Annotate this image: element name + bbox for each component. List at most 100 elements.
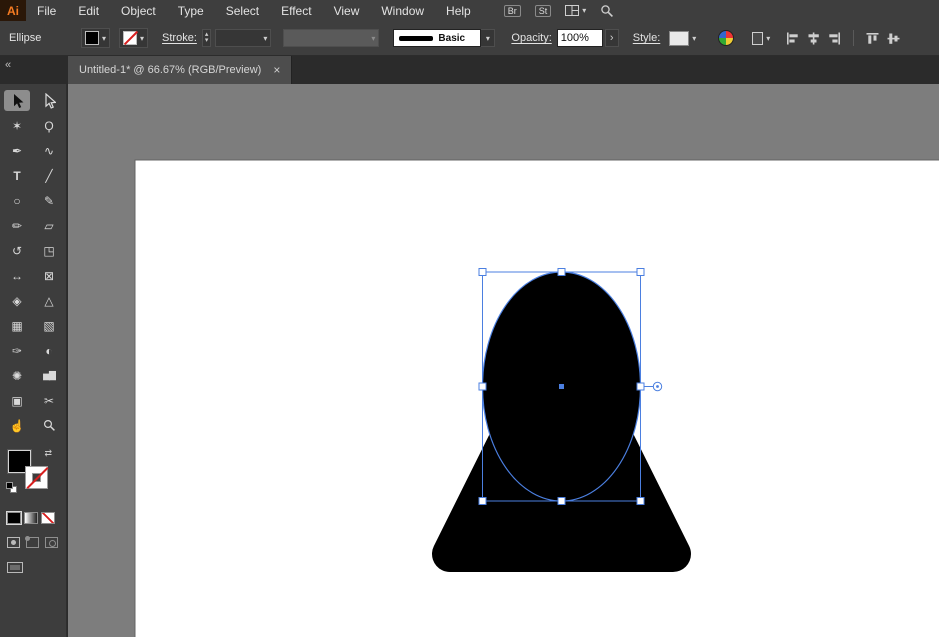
none-button[interactable] xyxy=(41,512,55,524)
hand-tool[interactable]: ☝ xyxy=(4,415,30,436)
line-segment-tool[interactable]: ╱ xyxy=(36,165,62,186)
arrange-documents-button[interactable]: ▾ xyxy=(565,5,586,16)
magic-wand-tool[interactable]: ✶ xyxy=(4,115,30,136)
canvas-svg[interactable] xyxy=(68,84,939,637)
eraser-tool[interactable]: ▱ xyxy=(36,215,62,236)
pasteboard[interactable] xyxy=(68,84,939,637)
gradient-button[interactable] xyxy=(24,512,38,524)
opacity-options-button[interactable]: › xyxy=(605,29,619,47)
control-bar: Ellipse ▾ ▾ Stroke: ▴ ▾ ▾ ▾ Basic ▾ xyxy=(0,21,939,56)
document-setup-button[interactable]: ▾ xyxy=(752,32,770,45)
color-mode-buttons xyxy=(0,512,66,524)
lasso-tool[interactable]: Ϙ xyxy=(36,115,62,136)
swap-fill-stroke-icon[interactable]: ⇄ xyxy=(44,448,52,459)
menu-type[interactable]: Type xyxy=(167,0,215,21)
chevron-down-icon: ▾ xyxy=(371,34,375,43)
selection-tool[interactable] xyxy=(4,90,30,111)
stroke-label[interactable]: Stroke: xyxy=(162,32,197,44)
stroke-weight-stepper[interactable]: ▴ ▾ xyxy=(202,29,212,47)
draw-inside-button[interactable] xyxy=(45,537,58,548)
symbol-sprayer-tool[interactable]: ✺ xyxy=(4,365,30,386)
chevron-down-icon: ▾ xyxy=(140,34,144,43)
style-label[interactable]: Style: xyxy=(633,32,661,44)
zoom-tool[interactable] xyxy=(36,415,62,436)
menu-view[interactable]: View xyxy=(323,0,371,21)
selection-handle[interactable] xyxy=(637,383,644,390)
selection-handle[interactable] xyxy=(558,269,565,276)
type-tool[interactable]: T xyxy=(4,165,30,186)
scale-tool[interactable]: ◳ xyxy=(36,240,62,261)
paintbrush-tool[interactable]: ✎ xyxy=(36,190,62,211)
rotate-tool[interactable]: ↺ xyxy=(4,240,30,261)
color-button[interactable] xyxy=(7,512,21,524)
menu-select[interactable]: Select xyxy=(215,0,270,21)
stroke-none-swatch-icon xyxy=(123,31,137,45)
slice-tool[interactable]: ✂ xyxy=(36,390,62,411)
selection-handle[interactable] xyxy=(637,498,644,505)
align-left-button[interactable] xyxy=(786,32,799,45)
bridge-button[interactable]: Br xyxy=(504,5,521,17)
fill-swatch-icon xyxy=(85,31,99,45)
stroke-color-dropdown[interactable]: ▾ xyxy=(119,28,148,48)
align-vertical-center-button[interactable] xyxy=(887,32,900,45)
curvature-tool[interactable]: ∿ xyxy=(36,140,62,161)
pen-tool[interactable]: ✒ xyxy=(4,140,30,161)
stroke-weight-dropdown[interactable]: ▾ xyxy=(215,29,271,47)
menu-edit[interactable]: Edit xyxy=(67,0,110,21)
style-dropdown[interactable]: ▾ xyxy=(669,31,696,46)
selection-handle[interactable] xyxy=(479,383,486,390)
brush-definition-value: Basic xyxy=(438,33,465,44)
column-graph-tool[interactable]: ▅▇ xyxy=(36,365,62,386)
change-screen-mode-button[interactable] xyxy=(7,562,23,573)
brush-definition-chevron-button[interactable]: ▾ xyxy=(481,29,495,47)
selection-handle[interactable] xyxy=(558,498,565,505)
arrange-documents-icon xyxy=(565,5,579,16)
menu-help[interactable]: Help xyxy=(435,0,482,21)
close-tab-icon[interactable]: × xyxy=(273,63,280,77)
selection-handle[interactable] xyxy=(479,498,486,505)
menu-file[interactable]: File xyxy=(26,0,67,21)
stroke-color-swatch[interactable] xyxy=(25,466,48,489)
opacity-label[interactable]: Opacity: xyxy=(511,32,551,44)
draw-behind-button[interactable] xyxy=(26,537,39,548)
align-horizontal-center-button[interactable] xyxy=(807,32,820,45)
menu-window[interactable]: Window xyxy=(370,0,435,21)
menu-object[interactable]: Object xyxy=(110,0,167,21)
artboard-tool[interactable]: ▣ xyxy=(4,390,30,411)
draw-normal-button[interactable] xyxy=(7,537,20,548)
collapse-tools-button[interactable]: « xyxy=(5,59,11,71)
chevron-down-icon: ▾ xyxy=(102,34,106,43)
stock-button[interactable]: St xyxy=(535,5,552,17)
direct-selection-tool[interactable] xyxy=(36,90,62,111)
align-top-button[interactable] xyxy=(866,32,879,45)
selection-handle[interactable] xyxy=(479,269,486,276)
chevron-down-icon: ▾ xyxy=(486,34,490,43)
selection-arrow-icon xyxy=(11,93,24,109)
document-tab[interactable]: Untitled-1* @ 66.67% (RGB/Preview) × xyxy=(68,56,292,84)
direct-selection-arrow-icon xyxy=(43,93,56,109)
recolor-artwork-button[interactable] xyxy=(718,30,734,46)
selection-handle[interactable] xyxy=(637,269,644,276)
free-transform-tool[interactable]: ⊠ xyxy=(36,265,62,286)
align-right-button[interactable] xyxy=(828,32,841,45)
gradient-tool[interactable]: ▧ xyxy=(36,315,62,336)
shape-builder-tool[interactable]: ◈ xyxy=(4,290,30,311)
ellipse-tool[interactable]: ○ xyxy=(4,190,30,211)
mesh-tool[interactable]: ▦ xyxy=(4,315,30,336)
shaper-tool[interactable]: ✏ xyxy=(4,215,30,236)
document-tab-title: Untitled-1* @ 66.67% (RGB/Preview) xyxy=(79,64,261,76)
width-tool[interactable]: ↔ xyxy=(4,265,30,286)
blend-tool[interactable]: ◐ xyxy=(36,340,62,361)
opacity-input[interactable] xyxy=(557,29,603,47)
app-logo: Ai xyxy=(0,0,26,21)
default-fill-stroke-icon[interactable] xyxy=(6,482,18,494)
brush-definition-dropdown[interactable]: Basic xyxy=(393,29,481,47)
eyedropper-tool[interactable]: ✑ xyxy=(4,340,30,361)
chevron-down-icon: ▾ xyxy=(263,34,267,43)
menu-effect[interactable]: Effect xyxy=(270,0,322,21)
fill-stroke-widget: ⇄ xyxy=(6,448,62,496)
search-icon[interactable] xyxy=(600,4,614,18)
perspective-grid-tool[interactable]: △ xyxy=(36,290,62,311)
center-point[interactable] xyxy=(559,384,564,389)
fill-color-dropdown[interactable]: ▾ xyxy=(81,28,110,48)
